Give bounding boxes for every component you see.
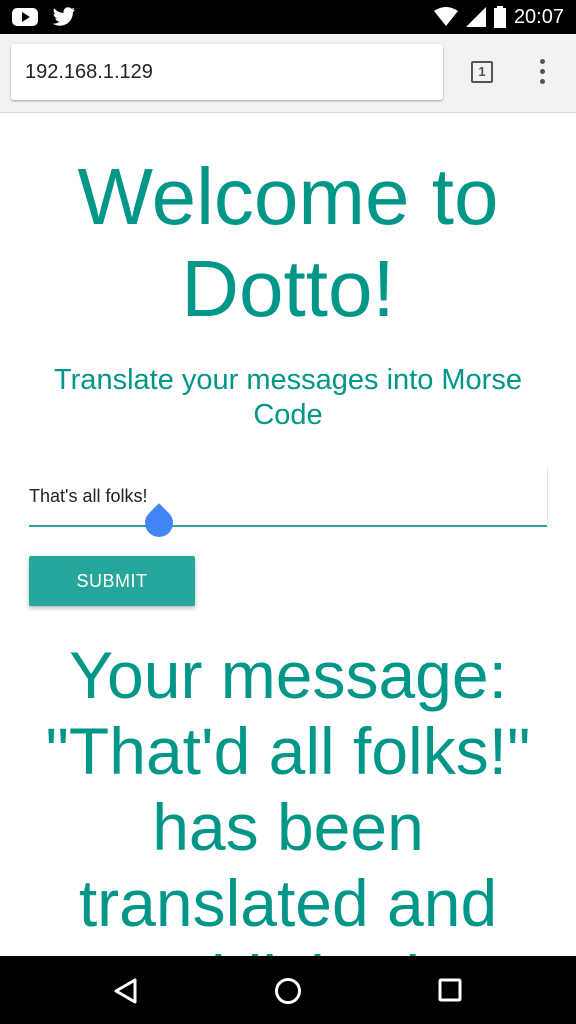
overflow-menu-icon[interactable] — [532, 59, 552, 87]
status-bar: 20:07 — [0, 0, 576, 34]
battery-icon — [493, 6, 506, 28]
page-content: Welcome to Dotto! Translate your message… — [0, 113, 576, 956]
url-bar[interactable]: 192.168.1.129 — [11, 44, 443, 100]
youtube-icon — [12, 8, 38, 26]
page-subtitle: Translate your messages into Morse Code — [54, 364, 522, 431]
tab-switcher-button[interactable]: 1 — [471, 61, 493, 83]
twitter-icon — [52, 7, 75, 26]
message-input[interactable] — [29, 468, 529, 524]
result-message: Your message: "That'd all folks!" has be… — [45, 638, 531, 956]
status-time: 20:07 — [513, 5, 564, 28]
message-input-container — [29, 468, 548, 528]
cell-signal-icon — [465, 7, 486, 27]
wifi-icon — [433, 7, 458, 26]
submit-button[interactable]: SUBMIT — [29, 556, 195, 606]
navigation-bar — [0, 956, 576, 1024]
page-title: Welcome to Dotto! — [77, 152, 499, 333]
home-icon[interactable] — [274, 977, 302, 1005]
browser-toolbar: 192.168.1.129 1 — [0, 34, 576, 113]
input-underline — [29, 525, 547, 527]
recents-icon[interactable] — [438, 978, 462, 1002]
back-icon[interactable] — [113, 978, 139, 1004]
